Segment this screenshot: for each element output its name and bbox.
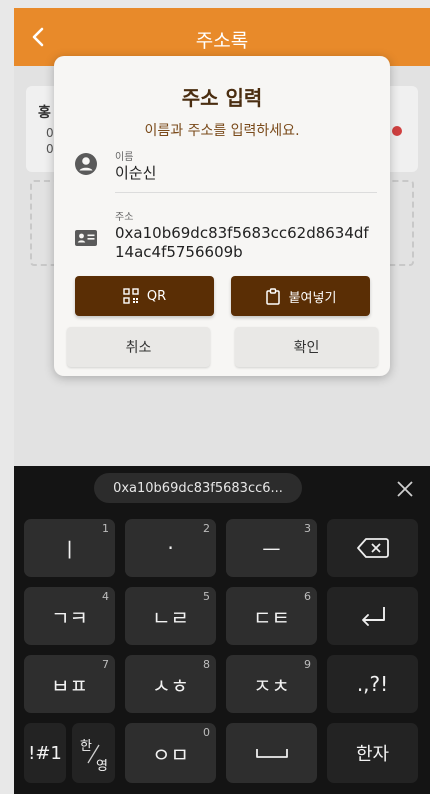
korean-keyboard: 0xa10b69dc83f5683cc6... ㅣ 1 · 2 ㅡ 3 ㄱㅋ 4… bbox=[14, 466, 430, 794]
key-n-r[interactable]: ㄴㄹ 5 bbox=[125, 587, 216, 645]
name-field-underline bbox=[115, 192, 377, 193]
qr-button-label: QR bbox=[146, 288, 167, 304]
confirm-button[interactable]: 확인 bbox=[235, 327, 378, 367]
clipboard-suggestion[interactable]: 0xa10b69dc83f5683cc6... bbox=[94, 473, 302, 503]
key-number: 4 bbox=[102, 590, 109, 603]
enter-key[interactable] bbox=[327, 587, 418, 645]
key-number: 0 bbox=[203, 726, 210, 739]
hanja-key[interactable]: 한자 bbox=[327, 723, 418, 783]
name-field-label: 이름 bbox=[115, 152, 134, 163]
key-number: 6 bbox=[304, 590, 311, 603]
key-number: 7 bbox=[102, 658, 109, 671]
paste-button-label: 붙여넣기 bbox=[288, 290, 337, 306]
key-number: 5 bbox=[203, 590, 210, 603]
key-j-ch[interactable]: ㅈㅊ 9 bbox=[226, 655, 317, 713]
dialog-title: 주소 입력 bbox=[181, 86, 263, 110]
app-bar-title: 주소록 bbox=[195, 30, 249, 52]
key-label: .,?! bbox=[356, 672, 389, 696]
key-label: ㅈㅊ bbox=[253, 673, 290, 698]
contact-detail: 0 bbox=[46, 142, 54, 156]
status-dot bbox=[392, 126, 402, 136]
dialog-subtitle: 이름과 주소를 입력하세요. bbox=[144, 123, 300, 139]
contact-name: 홍 bbox=[38, 105, 51, 121]
key-eu[interactable]: ㅡ 3 bbox=[226, 519, 317, 577]
qr-scan-button[interactable]: QR bbox=[75, 276, 214, 316]
key-i[interactable]: ㅣ 1 bbox=[24, 519, 115, 577]
key-label: ㅂㅍ bbox=[51, 673, 88, 698]
language-switch-key[interactable]: 한 영 bbox=[72, 723, 115, 783]
screen: 주소록 홍 0 0 주소 입력 이름과 주소를 입력하세요. 이름 이순신 주소 bbox=[14, 8, 430, 794]
space-icon bbox=[255, 749, 288, 758]
backspace-key[interactable] bbox=[327, 519, 418, 577]
slash-divider bbox=[87, 744, 100, 764]
symbols-key[interactable]: !#1 bbox=[24, 723, 66, 783]
key-label: ㅡ bbox=[262, 537, 281, 562]
key-label: · bbox=[167, 536, 174, 560]
key-g-k[interactable]: ㄱㅋ 4 bbox=[24, 587, 115, 645]
key-number: 2 bbox=[203, 522, 210, 535]
close-icon[interactable] bbox=[394, 478, 416, 500]
key-number: 8 bbox=[203, 658, 210, 671]
qr-code-icon bbox=[123, 288, 139, 304]
key-dot[interactable]: · 2 bbox=[125, 519, 216, 577]
key-label: ㅣ bbox=[60, 537, 79, 562]
key-number: 1 bbox=[102, 522, 109, 535]
address-field-line2[interactable]: 14ac4f5756609b bbox=[115, 243, 243, 262]
key-label: ㅇㅁ bbox=[152, 742, 189, 767]
space-key[interactable] bbox=[226, 723, 317, 783]
clipboard-icon bbox=[265, 287, 280, 305]
key-label: ㅅㅎ bbox=[152, 673, 189, 698]
key-number: 9 bbox=[304, 658, 311, 671]
key-s-h[interactable]: ㅅㅎ 8 bbox=[125, 655, 216, 713]
enter-icon bbox=[361, 607, 385, 626]
address-field-label: 주소 bbox=[115, 212, 134, 223]
key-label: ㄱㅋ bbox=[51, 605, 88, 630]
paste-button[interactable]: 붙여넣기 bbox=[231, 276, 370, 316]
backspace-icon bbox=[356, 538, 389, 558]
key-d-t[interactable]: ㄷㅌ 6 bbox=[226, 587, 317, 645]
contact-detail: 0 bbox=[46, 126, 54, 140]
person-icon bbox=[75, 153, 97, 175]
key-b-p[interactable]: ㅂㅍ 7 bbox=[24, 655, 115, 713]
key-number: 3 bbox=[304, 522, 311, 535]
lang-english-label: 영 bbox=[96, 759, 108, 774]
address-input-dialog: 주소 입력 이름과 주소를 입력하세요. 이름 이순신 주소 0xa10b69d… bbox=[54, 56, 390, 376]
key-label: ㄷㅌ bbox=[253, 605, 290, 630]
key-ng-m[interactable]: ㅇㅁ 0 bbox=[125, 723, 216, 783]
punctuation-key[interactable]: .,?! bbox=[327, 655, 418, 713]
name-field[interactable]: 이순신 bbox=[115, 164, 156, 183]
cancel-button[interactable]: 취소 bbox=[67, 327, 210, 367]
address-field-line1[interactable]: 0xa10b69dc83f5683cc62d8634df bbox=[115, 224, 369, 243]
contact-card-icon bbox=[75, 230, 97, 246]
key-label: ㄴㄹ bbox=[152, 605, 189, 630]
